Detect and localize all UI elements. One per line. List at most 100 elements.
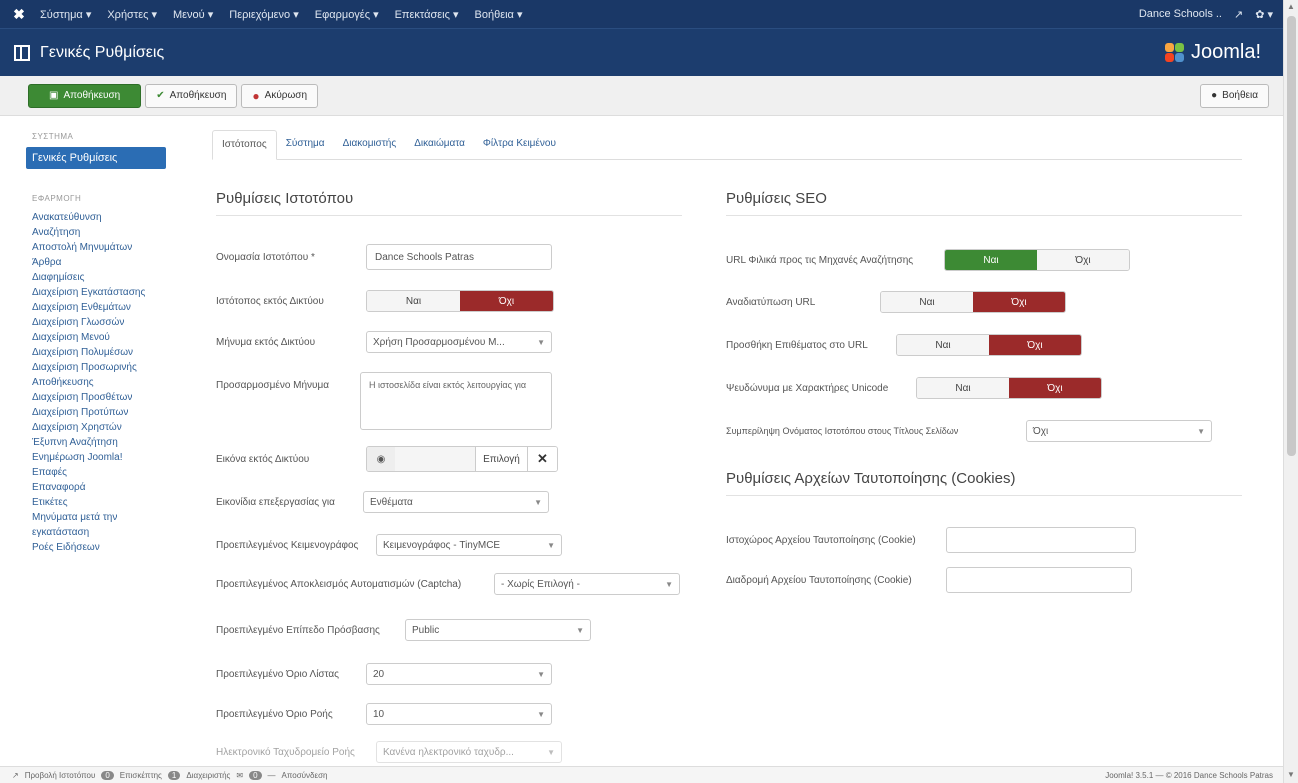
sidebar-item[interactable]: Μηνύματα μετά την εγκατάσταση <box>26 510 186 540</box>
menu-content[interactable]: Περιεχόμενο ▾ <box>221 8 307 21</box>
sidebar-item[interactable]: Διαχείριση Πολυμέσων <box>26 345 186 360</box>
site-name-input[interactable]: Dance Schools Patras <box>366 244 552 270</box>
site-offline-toggle[interactable]: Ναι Όχι <box>366 290 554 312</box>
image-select-button[interactable]: Επιλογή <box>475 447 527 471</box>
sidebar-item[interactable]: Διαχείριση Προτύπων <box>26 405 186 420</box>
sidebar-item-global-config[interactable]: Γενικές Ρυθμίσεις <box>26 147 166 169</box>
scroll-down-icon[interactable]: ▼ <box>1287 770 1295 779</box>
feed-email-select[interactable]: Κανένα ηλεκτρονικό ταχυδρ... ▼ <box>376 741 562 763</box>
main-menu: Σύστημα ▾ Χρήστες ▾ Μενού ▾ Περιεχόμενο … <box>32 8 530 21</box>
tab-text-filters[interactable]: Φίλτρα Κειμένου <box>474 130 565 160</box>
editor-select[interactable]: Κειμενογράφος - TinyMCE ▼ <box>376 534 562 556</box>
list-limit-select[interactable]: 20 ▼ <box>366 663 552 685</box>
page-scrollbar[interactable]: ▲ ▼ <box>1283 0 1298 783</box>
cookie-path-input[interactable] <box>946 567 1132 593</box>
sidebar-item[interactable]: Διαφημίσεις <box>26 270 186 285</box>
sidebar-item[interactable]: Αποστολή Μηνυμάτων <box>26 240 186 255</box>
logout-link[interactable]: Αποσύνδεση <box>282 771 328 780</box>
custom-message-textarea[interactable]: Η ιστοσελίδα είναι εκτός λειτουργίας για <box>360 372 552 430</box>
menu-system[interactable]: Σύστημα ▾ <box>32 8 99 21</box>
tab-server[interactable]: Διακομιστής <box>334 130 406 160</box>
config-icon <box>14 44 30 61</box>
cancel-button[interactable]: ● Ακύρωση <box>241 83 319 108</box>
cookie-domain-label: Ιστοχώρος Αρχείου Ταυτοποίησης (Cookie) <box>726 534 916 546</box>
toggle-yes[interactable]: Ναι <box>917 378 1009 398</box>
offline-message-select[interactable]: Χρήση Προσαρμοσμένου Μ... ▼ <box>366 331 552 353</box>
sidebar-item[interactable]: Διαχείριση Ενθεμάτων <box>26 300 186 315</box>
sidebar-item[interactable]: Διαχείριση Γλωσσών <box>26 315 186 330</box>
tab-permissions[interactable]: Δικαιώματα <box>405 130 474 160</box>
sidebar-item[interactable]: Ενημέρωση Joomla! <box>26 450 186 465</box>
cookie-settings-heading: Ρυθμίσεις Αρχείων Ταυτοποίησης (Cookies) <box>726 470 1242 496</box>
sef-urls-toggle[interactable]: Ναι Όχι <box>944 249 1130 271</box>
user-menu-icon[interactable]: ✿ ▾ <box>1255 8 1273 21</box>
access-level-select[interactable]: Public ▼ <box>405 619 591 641</box>
toggle-no[interactable]: Όχι <box>1009 378 1101 398</box>
image-path-input[interactable] <box>395 447 475 471</box>
menu-menus[interactable]: Μενού ▾ <box>165 8 221 21</box>
menu-components[interactable]: Εφαρμογές ▾ <box>307 8 387 21</box>
seo-settings-heading: Ρυθμίσεις SEO <box>726 190 1242 216</box>
sidebar-item[interactable]: Αναζήτηση <box>26 225 186 240</box>
url-suffix-toggle[interactable]: Ναι Όχι <box>896 334 1082 356</box>
sidebar-item[interactable]: Διαχείριση Χρηστών <box>26 420 186 435</box>
sidebar-item[interactable]: Επαναφορά <box>26 480 186 495</box>
tab-system[interactable]: Σύστημα <box>277 130 334 160</box>
url-rewrite-toggle[interactable]: Ναι Όχι <box>880 291 1066 313</box>
scroll-thumb[interactable] <box>1287 16 1296 456</box>
external-link-icon[interactable]: ↗ <box>1234 8 1243 21</box>
site-name-link[interactable]: Dance Schools .. <box>1139 8 1222 20</box>
list-limit-label: Προεπιλεγμένο Όριο Λίστας <box>216 668 339 680</box>
unicode-aliases-toggle[interactable]: Ναι Όχι <box>916 377 1102 399</box>
toggle-yes[interactable]: Ναι <box>367 291 460 311</box>
save-close-button[interactable]: ✔ Αποθήκευση <box>145 83 238 108</box>
page-header: Γενικές Ρυθμίσεις Joomla! <box>0 28 1283 76</box>
sidebar-item[interactable]: Διαχείριση Εγκατάστασης <box>26 285 186 300</box>
toggle-yes[interactable]: Ναι <box>897 335 989 355</box>
toggle-yes[interactable]: Ναι <box>881 292 973 312</box>
sidebar-item[interactable]: Ετικέτες <box>26 495 186 510</box>
clear-image-icon[interactable]: ✕ <box>527 447 557 471</box>
admins-link[interactable]: Διαχειριστής <box>186 771 230 780</box>
sidebar-item[interactable]: Ανακατεύθυνση <box>26 210 186 225</box>
help-button[interactable]: ● Βοήθεια <box>1200 83 1269 108</box>
chevron-down-icon: ▼ <box>537 337 545 347</box>
admins-count-badge: 1 <box>167 770 181 780</box>
sidebar-item[interactable]: Επαφές <box>26 465 186 480</box>
captcha-select[interactable]: - Χωρίς Επιλογή - ▼ <box>494 573 680 595</box>
sidebar-item[interactable]: Έξυπνη Αναζήτηση <box>26 435 186 450</box>
sidebar-components-heading: ΕΦΑΡΜΟΓΗ <box>32 194 82 203</box>
menu-help[interactable]: Βοήθεια ▾ <box>467 8 531 21</box>
sidebar-item[interactable]: Ροές Ειδήσεων <box>26 540 186 555</box>
sidebar: ΣΥΣΤΗΜΑ Γενικές Ρυθμίσεις ΕΦΑΡΜΟΓΗ Ανακα… <box>26 132 186 555</box>
save-button[interactable]: ▣ Αποθήκευση <box>28 83 142 108</box>
help-icon: ● <box>1211 90 1218 101</box>
menu-extensions[interactable]: Επεκτάσεις ▾ <box>387 8 467 21</box>
feed-limit-select[interactable]: 10 ▼ <box>366 703 552 725</box>
visitors-count-badge: 0 <box>101 770 114 780</box>
sitename-in-titles-select[interactable]: Όχι ▼ <box>1026 420 1212 442</box>
menu-users[interactable]: Χρήστες ▾ <box>99 8 165 21</box>
sidebar-item[interactable]: Διαχείριση Προσθέτων <box>26 390 186 405</box>
sidebar-item[interactable]: Διαχείριση Μενού <box>26 330 186 345</box>
chevron-down-icon: ▼ <box>665 579 673 589</box>
toggle-no[interactable]: Όχι <box>973 292 1065 312</box>
scroll-up-icon[interactable]: ▲ <box>1287 2 1295 11</box>
cookie-domain-input[interactable] <box>946 527 1136 553</box>
chevron-down-icon: ▼ <box>576 625 584 635</box>
url-suffix-label: Προσθήκη Επιθέματος στο URL <box>726 339 868 351</box>
sidebar-item[interactable]: Άρθρα <box>26 255 186 270</box>
view-site-icon: ↗ <box>12 770 19 780</box>
toggle-no[interactable]: Όχι <box>989 335 1081 355</box>
edit-icons-select[interactable]: Ενθέματα ▼ <box>363 491 549 513</box>
view-site-link[interactable]: Προβολή Ιστοτόπου <box>25 771 96 780</box>
toggle-no[interactable]: Όχι <box>1037 250 1129 270</box>
eye-icon[interactable]: ◉ <box>367 447 395 471</box>
toggle-yes[interactable]: Ναι <box>945 250 1037 270</box>
messages-count-badge: 0 <box>249 770 262 780</box>
tab-site[interactable]: Ιστότοπος <box>212 130 277 160</box>
joomla-icon[interactable]: ✖ <box>6 6 32 23</box>
sidebar-item[interactable]: Διαχείριση Προσωρινής Αποθήκευσης <box>26 360 186 390</box>
toggle-no[interactable]: Όχι <box>460 291 553 311</box>
visitors-link[interactable]: Επισκέπτης <box>120 771 162 780</box>
